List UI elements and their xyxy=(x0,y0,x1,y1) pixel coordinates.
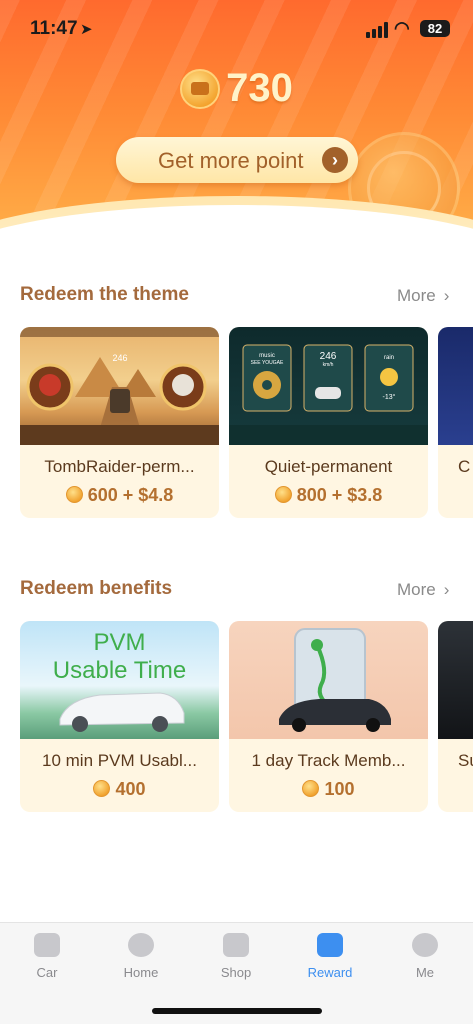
benefit-preview-image: PVM Usable Time xyxy=(20,621,219,739)
point-coin-icon xyxy=(180,68,221,109)
section-title-theme: Redeem the theme xyxy=(20,284,189,305)
benefit-name: Su xyxy=(458,751,473,770)
point-coin-icon xyxy=(65,486,83,503)
section-title-benefits: Redeem benefits xyxy=(20,578,173,599)
benefit-price: 400 xyxy=(20,779,219,800)
theme-card-quiet[interactable]: music SEE YOUGAE 246 km/h rain -13° Quie… xyxy=(229,327,428,518)
points-value: 730 xyxy=(226,66,293,110)
tomb-speed-readout: 246 xyxy=(112,353,127,363)
cellular-signal-icon xyxy=(366,22,388,38)
chevron-right-icon: › xyxy=(322,147,348,173)
theme-name: Quiet-permanent xyxy=(264,457,393,476)
speed-unit: km/h xyxy=(323,362,334,368)
music-label: music xyxy=(259,353,275,359)
status-time: 11:47 xyxy=(30,18,78,39)
tab-label: Reward xyxy=(307,965,353,980)
benefit-name: 1 day Track Memb... xyxy=(251,751,406,770)
music-sub-label: SEE YOUGAE xyxy=(251,360,284,366)
tab-car[interactable]: Car xyxy=(7,933,87,980)
benefit-card-track[interactable]: 1 day Track Memb... 100 xyxy=(229,621,428,812)
temperature-readout: -13° xyxy=(383,393,396,401)
tab-shop[interactable]: Shop xyxy=(196,933,276,980)
benefit-preview-image xyxy=(229,621,428,739)
bag-icon xyxy=(223,933,249,957)
tab-label: Car xyxy=(36,965,58,980)
theme-card-peek[interactable]: C xyxy=(438,327,473,518)
home-indicator[interactable] xyxy=(152,1008,322,1014)
benefit-card-peek[interactable]: Su xyxy=(438,621,473,812)
theme-preview-image: 246 xyxy=(20,327,219,445)
get-more-point-button[interactable]: Get more point › xyxy=(116,137,358,183)
chevron-right-icon: › xyxy=(443,286,450,305)
gift-icon xyxy=(317,933,343,957)
more-themes-link[interactable]: More › xyxy=(397,286,449,306)
planet-icon xyxy=(128,933,154,957)
theme-card-tombraider[interactable]: 246 TombRaider-perm... 600 + $4.8 xyxy=(20,327,219,518)
benefit-card-pvm[interactable]: PVM Usable Time 10 min PVM Usabl... 400 xyxy=(20,621,219,812)
point-coin-icon xyxy=(93,780,111,797)
tab-home[interactable]: Home xyxy=(101,933,181,980)
wifi-icon: ◠ xyxy=(394,18,410,38)
more-benefits-link[interactable]: More › xyxy=(397,580,449,600)
speed-readout: 246 xyxy=(320,351,337,362)
tab-reward[interactable]: Reward xyxy=(290,933,370,980)
theme-preview-image: music SEE YOUGAE 246 km/h rain -13° xyxy=(229,327,428,445)
theme-name: C xyxy=(458,457,471,476)
battery-icon: 82 xyxy=(420,20,450,37)
status-bar: 11:47 ➤ ◠ 82 xyxy=(0,0,473,60)
points-balance: 730 xyxy=(0,66,473,116)
more-label: More xyxy=(397,286,436,305)
avatar-icon xyxy=(412,933,438,957)
point-coin-icon xyxy=(302,780,320,797)
theme-name: TombRaider-perm... xyxy=(44,457,195,476)
tab-me[interactable]: Me xyxy=(385,933,465,980)
more-label: More xyxy=(397,580,436,599)
point-coin-icon xyxy=(274,486,292,503)
location-arrow-icon: ➤ xyxy=(80,21,93,38)
tab-label: Home xyxy=(123,965,159,980)
theme-price: 800 + $3.8 xyxy=(229,485,428,506)
tab-label: Shop xyxy=(220,965,252,980)
chevron-right-icon: › xyxy=(443,580,450,599)
car-icon xyxy=(34,933,60,957)
get-more-point-label: Get more point xyxy=(158,148,304,173)
weather-label: rain xyxy=(384,355,394,361)
benefit-name: 10 min PVM Usabl... xyxy=(42,751,197,770)
theme-price: 600 + $4.8 xyxy=(20,485,219,506)
tab-label: Me xyxy=(415,965,435,980)
benefit-price: 100 xyxy=(229,779,428,800)
